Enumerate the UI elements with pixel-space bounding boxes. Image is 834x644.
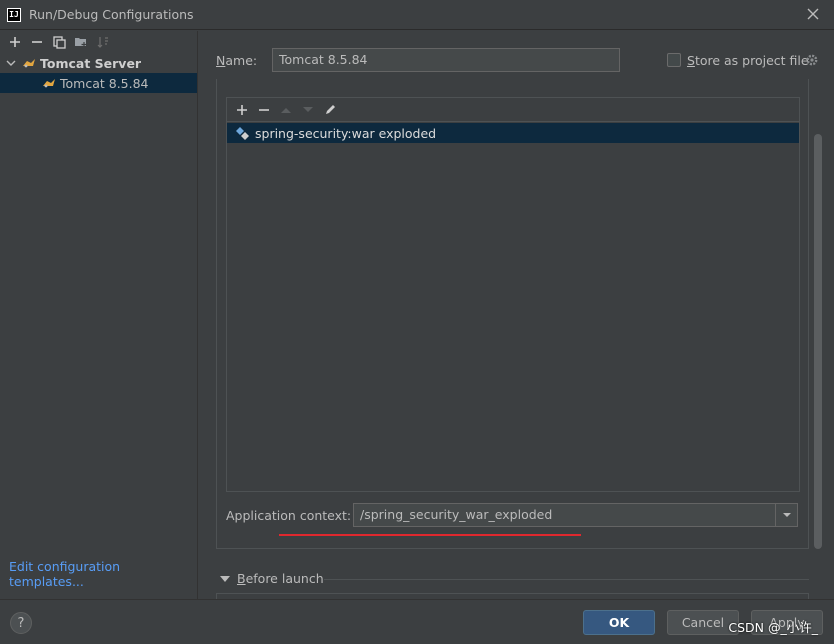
close-icon[interactable] <box>806 7 820 21</box>
remove-artifact-button[interactable] <box>253 100 275 120</box>
watermark: CSDN @_小许_ <box>728 620 818 635</box>
tomcat-icon <box>43 79 55 88</box>
gear-icon[interactable] <box>805 53 819 67</box>
chevron-down-icon <box>782 513 791 517</box>
application-context-value: /spring_security_war_exploded <box>360 507 553 522</box>
deployment-artifacts-panel: spring-security:war exploded <box>226 97 800 492</box>
name-label-mnemonic: N <box>216 53 226 68</box>
store-as-project-file-checkbox[interactable] <box>667 53 681 67</box>
remove-configuration-button[interactable] <box>26 32 48 52</box>
annotation-underline <box>279 534 581 536</box>
triangle-down-icon <box>220 575 230 582</box>
move-down-button[interactable] <box>297 100 319 120</box>
ok-button[interactable]: OK <box>583 610 655 635</box>
artifact-label: spring-security:war exploded <box>255 125 437 141</box>
chevron-down-icon <box>6 60 16 66</box>
help-button[interactable]: ? <box>10 612 32 634</box>
tomcat-icon <box>23 59 35 68</box>
store-label-text: tore as project file <box>694 53 809 68</box>
tree-item-tomcat-8584[interactable]: Tomcat 8.5.84 <box>0 73 197 93</box>
vertical-scrollbar[interactable] <box>812 79 824 549</box>
store-as-project-file-label[interactable]: Store as project file <box>687 53 809 68</box>
deployment-scroll-area: spring-security:war exploded Application… <box>216 79 809 549</box>
scrollbar-thumb[interactable] <box>814 134 822 549</box>
sort-icon <box>97 37 108 48</box>
triangle-down-icon <box>303 106 313 112</box>
configurations-sidebar: Tomcat Server Tomcat 8.5.84 Edit configu… <box>0 31 198 599</box>
artifact-list: spring-security:war exploded <box>227 123 799 491</box>
copy-configuration-button[interactable] <box>48 32 70 52</box>
triangle-up-icon <box>281 107 291 113</box>
minus-icon <box>259 108 269 111</box>
before-launch-mnemonic: B <box>237 571 246 586</box>
move-up-button[interactable] <box>275 100 297 120</box>
name-input[interactable]: Tomcat 8.5.84 <box>272 48 620 72</box>
application-context-label: Application context: <box>226 508 352 523</box>
pencil-icon <box>325 105 335 114</box>
before-launch-label: Before launch <box>237 571 324 586</box>
tree-group-tomcat-server[interactable]: Tomcat Server <box>0 53 197 73</box>
tree-item-label: Tomcat 8.5.84 <box>60 75 149 91</box>
configuration-editor: Name: Tomcat 8.5.84 Store as project fil… <box>199 31 834 599</box>
name-label: Name: <box>216 53 257 68</box>
sort-button[interactable] <box>92 32 114 52</box>
window-title: Run/Debug Configurations <box>29 7 194 22</box>
folder-add-icon <box>75 38 87 47</box>
plus-icon <box>237 104 247 115</box>
edit-configuration-templates-link[interactable]: Edit configuration templates... <box>9 559 197 589</box>
name-label-text: ame: <box>225 53 258 68</box>
dialog-footer: ? OK Cancel Apply CSDN @_小许_ <box>0 599 834 644</box>
add-artifact-button[interactable] <box>231 100 253 120</box>
before-launch-text: efore launch <box>245 571 324 586</box>
question-icon: ? <box>17 615 25 631</box>
move-to-folder-button[interactable] <box>70 32 92 52</box>
section-divider <box>324 579 809 580</box>
title-bar: IJ Run/Debug Configurations <box>0 0 834 30</box>
deployment-toolbar <box>227 98 799 122</box>
plus-icon <box>10 37 20 47</box>
application-context-combobox[interactable]: /spring_security_war_exploded <box>353 503 798 527</box>
edit-artifact-button[interactable] <box>319 100 341 120</box>
intellij-logo-icon: IJ <box>7 7 21 22</box>
dropdown-arrow[interactable] <box>775 504 797 526</box>
minus-icon <box>32 41 42 43</box>
store-label-mnemonic: S <box>687 53 695 68</box>
tree-group-label: Tomcat Server <box>40 55 142 71</box>
add-configuration-button[interactable] <box>4 32 26 52</box>
before-launch-toggle[interactable]: Before launch <box>219 571 324 586</box>
sidebar-toolbar <box>0 31 197 53</box>
list-item[interactable]: spring-security:war exploded <box>227 123 799 143</box>
copy-icon <box>52 35 66 49</box>
artifact-icon <box>236 127 249 140</box>
